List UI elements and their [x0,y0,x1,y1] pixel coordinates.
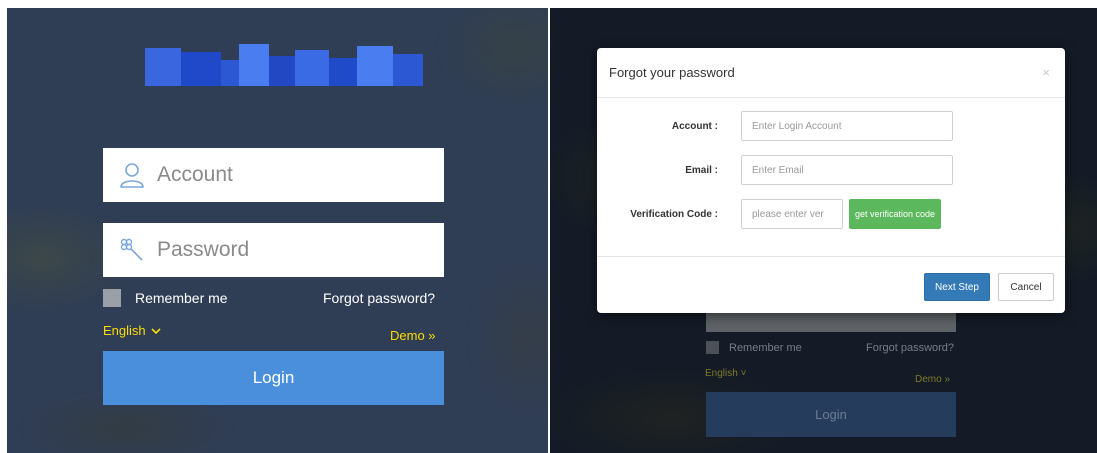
dimmed-demo-link: Demo » [915,374,951,385]
remember-checkbox[interactable] [103,289,121,307]
dimmed-remember-label: Remember me [729,341,802,354]
remember-me[interactable]: Remember me [103,289,228,307]
verification-label: Verification Code : [630,208,718,220]
dimmed-language-selector: English ˅ [705,368,747,379]
close-icon[interactable]: × [1042,65,1050,80]
forgot-password-screen: Remember me Forgot password? English ˅ D… [550,8,1097,453]
remember-label: Remember me [135,290,228,306]
verification-row: Verification Code : get verification cod… [597,199,942,229]
login-button[interactable]: Login [103,351,444,405]
account-label: Account : [671,120,718,132]
verification-code-input[interactable] [741,199,843,229]
user-icon [117,160,147,190]
modal-footer: Next Step Cancel [597,256,1065,313]
password-input[interactable] [157,238,417,262]
email-label: Email : [685,164,718,176]
next-step-button[interactable]: Next Step [924,273,990,301]
forgot-password-modal: Forgot your password × Account : Email :… [597,48,1065,313]
password-field[interactable] [103,223,444,277]
modal-title: Forgot your password [609,65,735,80]
account-field[interactable] [103,148,444,202]
key-icon [117,235,147,265]
account-input[interactable] [157,163,417,187]
account-row: Account : [597,111,953,141]
dimmed-checkbox [706,341,719,354]
demo-link[interactable]: Demo » [390,328,436,343]
forgot-password-link[interactable]: Forgot password? [323,290,435,306]
get-verification-code-button[interactable]: get verification code [849,199,942,229]
logo-pixelated [145,38,423,94]
dimmed-remember-me: Remember me [706,341,802,354]
modal-account-input[interactable] [741,111,953,141]
language-selector[interactable]: English [103,323,161,338]
login-screen: Remember me Forgot password? English Dem… [7,8,548,453]
modal-email-input[interactable] [741,155,953,185]
chevron-down-icon [151,323,161,338]
dimmed-login-button: Login [706,392,956,437]
modal-header: Forgot your password × [597,48,1065,98]
cancel-button[interactable]: Cancel [998,273,1054,301]
language-label: English [103,323,146,338]
dimmed-forgot-link: Forgot password? [866,342,955,354]
email-row: Email : [597,155,953,185]
